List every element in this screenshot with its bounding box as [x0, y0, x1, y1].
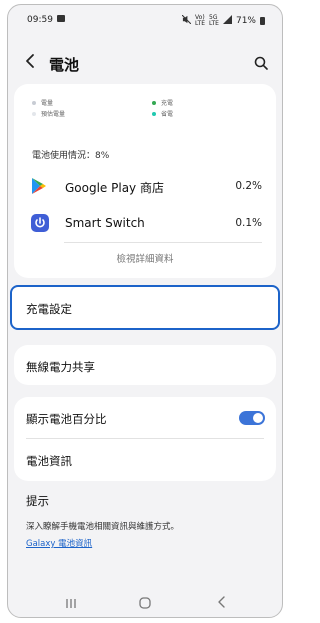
view-details-link[interactable]: 檢視詳細資料: [14, 251, 276, 265]
divider: [64, 242, 262, 243]
show-battery-percent-label: 顯示電池百分比: [26, 412, 107, 426]
status-bar: 09:59 Vo) LTE 5G LTE 71%: [8, 5, 282, 35]
charging-settings-item[interactable]: 充電設定: [10, 285, 280, 330]
battery-usage-card: 電量 預估電量 充電 省電 電池使用情況：8% Google Play 商店 0…: [14, 84, 276, 278]
legend-label: 電量: [41, 100, 54, 107]
battery-icon: [260, 17, 265, 25]
battery-percent: 71%: [235, 16, 256, 26]
wireless-power-share-label: 無線電力共享: [26, 360, 95, 374]
legend-dot: [32, 100, 36, 105]
search-icon[interactable]: [254, 55, 268, 74]
mute-icon: [181, 14, 192, 27]
legend-item: 充電: [152, 98, 173, 107]
gallery-notification-icon: [57, 15, 65, 22]
navigation-bar: [8, 585, 282, 617]
app-percent: 0.2%: [235, 180, 262, 192]
network-indicator: 5G LTE: [209, 14, 219, 27]
status-right: Vo) LTE 5G LTE 71%: [181, 14, 265, 27]
app-bar: 電池: [8, 49, 282, 77]
page-title: 電池: [49, 56, 80, 74]
app-row-smart-switch[interactable]: Smart Switch 0.1%: [14, 208, 276, 238]
legend-dot: [152, 111, 156, 116]
usage-summary: 電池使用情況：8%: [32, 151, 110, 161]
app-percent: 0.1%: [235, 217, 262, 229]
legend-item: 預估電量: [32, 109, 65, 118]
battery-options-card: 顯示電池百分比 電池資訊: [14, 397, 276, 481]
tips-text: 深入瞭解手機電池相關資訊與維護方式。: [26, 522, 180, 532]
tips-title: 提示: [26, 494, 49, 508]
legend-label: 充電: [161, 100, 174, 107]
recent-apps-icon[interactable]: [65, 594, 77, 613]
back-arrow-icon[interactable]: [24, 53, 36, 73]
charging-settings-label: 充電設定: [26, 302, 72, 316]
smart-switch-icon: [31, 214, 49, 232]
galaxy-battery-info-link[interactable]: Galaxy 電池資訊: [26, 537, 92, 549]
back-icon[interactable]: [217, 593, 227, 612]
app-name: Google Play 商店: [65, 181, 164, 195]
legend-label: 預估電量: [41, 111, 66, 118]
google-play-icon: [31, 177, 49, 195]
wireless-power-share-item[interactable]: 無線電力共享: [14, 345, 276, 385]
signal-icon: [222, 15, 232, 27]
app-row-google-play[interactable]: Google Play 商店 0.2%: [14, 171, 276, 201]
legend-item: 省電: [152, 109, 173, 118]
volte-indicator: Vo) LTE: [195, 14, 205, 27]
app-name: Smart Switch: [65, 216, 145, 230]
phone-frame: 09:59 Vo) LTE 5G LTE 71% 電池 電量 預估電量 充電 省…: [7, 4, 283, 618]
legend-dot: [152, 100, 156, 105]
legend-item: 電量: [32, 98, 53, 107]
show-battery-percent-toggle[interactable]: [239, 411, 265, 425]
toggle-knob: [253, 413, 263, 423]
battery-info-item[interactable]: 電池資訊: [26, 453, 72, 469]
status-time: 09:59: [27, 15, 53, 25]
legend-label: 省電: [161, 111, 174, 118]
home-icon[interactable]: [139, 594, 151, 613]
legend-dot: [32, 111, 36, 116]
divider: [26, 438, 264, 439]
